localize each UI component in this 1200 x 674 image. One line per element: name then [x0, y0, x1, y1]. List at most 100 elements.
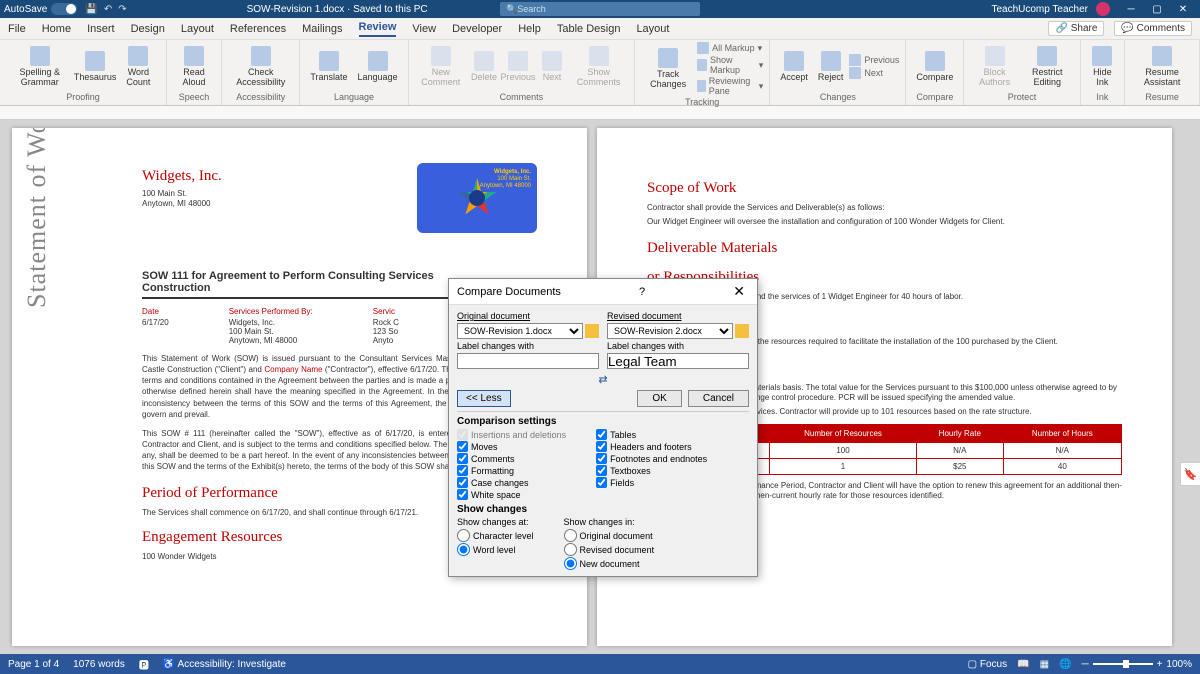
browse-revised-icon[interactable] — [735, 324, 749, 338]
view-read-icon[interactable]: 📖 — [1017, 659, 1029, 670]
new-comment-button[interactable]: New Comment — [415, 42, 467, 91]
focus-mode[interactable]: ▢ Focus — [968, 659, 1007, 670]
spelling-button[interactable]: Spelling & Grammar — [6, 42, 74, 91]
label-changes-input-2[interactable] — [607, 353, 749, 369]
user-name[interactable]: TeachUcomp Teacher — [991, 4, 1088, 15]
ruler[interactable] — [0, 106, 1200, 120]
radio-original[interactable]: Original document — [564, 529, 655, 542]
redo-icon[interactable]: ↷ — [118, 4, 126, 15]
chk-textboxes[interactable]: Textboxes — [596, 465, 707, 476]
accessibility-status[interactable]: ♿ Accessibility: Investigate — [163, 659, 286, 670]
tab-file[interactable]: File — [8, 23, 26, 35]
minimize-icon: ─ — [1118, 4, 1144, 15]
bookmark-tab[interactable]: 🔖 — [1180, 462, 1200, 486]
chk-headers[interactable]: Headers and footers — [596, 441, 707, 452]
radio-char-level[interactable]: Character level — [457, 529, 534, 542]
swap-icon[interactable]: ⇄ — [457, 373, 749, 386]
view-web-icon[interactable]: 🌐 — [1059, 659, 1071, 670]
chk-comments[interactable]: Comments — [457, 453, 566, 464]
chk-tables[interactable]: Tables — [596, 429, 707, 440]
reject-button[interactable]: Reject — [814, 42, 848, 91]
undo-icon[interactable]: ↶ — [104, 4, 112, 15]
original-document-label: Original document — [457, 311, 599, 321]
tab-layout[interactable]: Layout — [181, 23, 214, 35]
radio-revised[interactable]: Revised document — [564, 543, 655, 556]
read-aloud-button[interactable]: Read Aloud — [173, 42, 215, 91]
hide-ink-button[interactable]: Hide Ink — [1087, 42, 1119, 91]
cancel-button[interactable]: Cancel — [688, 390, 749, 407]
user-avatar[interactable] — [1096, 2, 1110, 16]
dialog-titlebar[interactable]: Compare Documents ? ✕ — [449, 279, 757, 305]
group-ink: Ink — [1096, 91, 1108, 103]
group-tracking: Tracking — [685, 96, 719, 108]
ribbon-tabs: File Home Insert Design Layout Reference… — [0, 18, 1200, 40]
browse-original-icon[interactable] — [585, 324, 599, 338]
track-changes-button[interactable]: Track Changes — [641, 42, 695, 96]
delete-comment-button[interactable]: Delete — [469, 42, 499, 91]
chk-fields[interactable]: Fields — [596, 477, 707, 488]
tab-mailings[interactable]: Mailings — [302, 23, 342, 35]
group-accessibility: Accessibility — [236, 91, 285, 103]
view-print-icon[interactable]: ▦ — [1040, 659, 1049, 670]
page-indicator[interactable]: Page 1 of 4 — [8, 659, 59, 670]
change-nav[interactable]: Previous Next — [849, 42, 899, 91]
chk-footnotes[interactable]: Footnotes and endnotes — [596, 453, 707, 464]
tab-design[interactable]: Design — [131, 23, 165, 35]
group-protect: Protect — [1008, 91, 1037, 103]
tab-table-design[interactable]: Table Design — [557, 23, 621, 35]
less-button[interactable]: << Less — [457, 390, 511, 407]
next-comment-button[interactable]: Next — [537, 42, 567, 91]
group-comments: Comments — [500, 91, 544, 103]
search-input[interactable]: 🔍 Search — [500, 2, 700, 16]
radio-new[interactable]: New document — [564, 557, 655, 570]
dialog-title: Compare Documents — [457, 286, 561, 298]
word-count[interactable]: 1076 words — [73, 659, 125, 670]
original-document-combo[interactable]: SOW-Revision 1.docx — [457, 323, 583, 339]
language-indicator[interactable]: 🅿 — [139, 657, 149, 672]
show-comments-button[interactable]: Show Comments — [569, 42, 628, 91]
group-compare: Compare — [916, 91, 953, 103]
accessibility-button[interactable]: Check Accessibility — [228, 42, 293, 91]
accept-button[interactable]: Accept — [776, 42, 812, 91]
ok-button[interactable]: OK — [637, 390, 681, 407]
tab-insert[interactable]: Insert — [87, 23, 115, 35]
radio-word-level[interactable]: Word level — [457, 543, 534, 556]
tab-references[interactable]: References — [230, 23, 286, 35]
restrict-editing-button[interactable]: Restrict Editing — [1021, 42, 1074, 91]
window-controls[interactable]: ─▢✕ — [1118, 4, 1196, 15]
tab-view[interactable]: View — [412, 23, 436, 35]
compare-button[interactable]: Compare — [912, 42, 957, 91]
share-button[interactable]: 🔗 Share — [1048, 21, 1104, 36]
save-icon[interactable]: 💾 — [85, 4, 97, 15]
autosave-toggle[interactable]: AutoSave — [4, 3, 77, 15]
close-icon: ✕ — [1170, 4, 1196, 15]
wordcount-button[interactable]: Word Count — [117, 42, 160, 91]
block-authors-button[interactable]: Block Authors — [970, 42, 1019, 91]
label-changes-label-1: Label changes with — [457, 341, 599, 351]
tab-review[interactable]: Review — [359, 21, 397, 37]
close-icon[interactable]: ✕ — [729, 283, 749, 300]
translate-button[interactable]: Translate — [306, 42, 351, 91]
revised-document-label: Revised document — [607, 311, 749, 321]
resume-assistant-button[interactable]: Resume Assistant — [1131, 42, 1193, 91]
tab-developer[interactable]: Developer — [452, 23, 502, 35]
chk-case[interactable]: Case changes — [457, 477, 566, 488]
prev-comment-button[interactable]: Previous — [501, 42, 535, 91]
zoom-control[interactable]: ─+ 100% — [1081, 659, 1192, 670]
language-button[interactable]: Language — [354, 42, 402, 91]
markup-options[interactable]: All Markup ▾ Show Markup ▾ Reviewing Pan… — [697, 42, 763, 96]
quick-access-toolbar[interactable]: 💾 ↶ ↷ — [85, 4, 126, 15]
label-changes-input-1[interactable] — [457, 353, 599, 369]
chk-formatting[interactable]: Formatting — [457, 465, 566, 476]
help-icon[interactable]: ? — [639, 286, 645, 298]
tab-home[interactable]: Home — [42, 23, 71, 35]
revised-document-combo[interactable]: SOW-Revision 2.docx — [607, 323, 733, 339]
tab-help[interactable]: Help — [518, 23, 541, 35]
thesaurus-button[interactable]: Thesaurus — [76, 42, 115, 91]
chk-whitespace[interactable]: White space — [457, 489, 566, 500]
chk-moves[interactable]: Moves — [457, 441, 566, 452]
group-language: Language — [334, 91, 374, 103]
comments-button[interactable]: 💬 Comments — [1114, 21, 1192, 36]
tab-table-layout[interactable]: Layout — [636, 23, 669, 35]
scope-text-2: Our Widget Engineer will oversee the ins… — [647, 217, 1122, 227]
